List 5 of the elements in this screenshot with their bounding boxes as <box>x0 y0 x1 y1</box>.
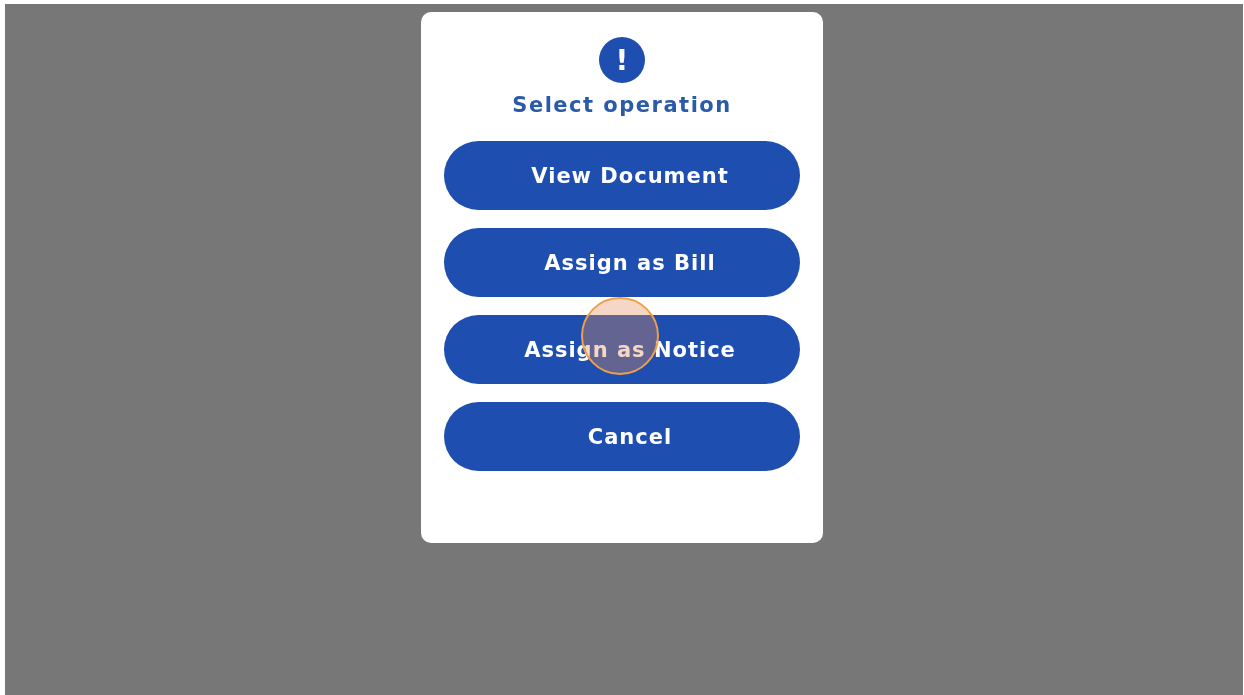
option-button[interactable]: Assign as Bill <box>444 228 800 297</box>
dialog-title: Select operation <box>512 93 732 117</box>
alert-icon: ! <box>599 37 645 83</box>
option-button[interactable]: Cancel <box>444 402 800 471</box>
option-button[interactable]: View Document <box>444 141 800 210</box>
